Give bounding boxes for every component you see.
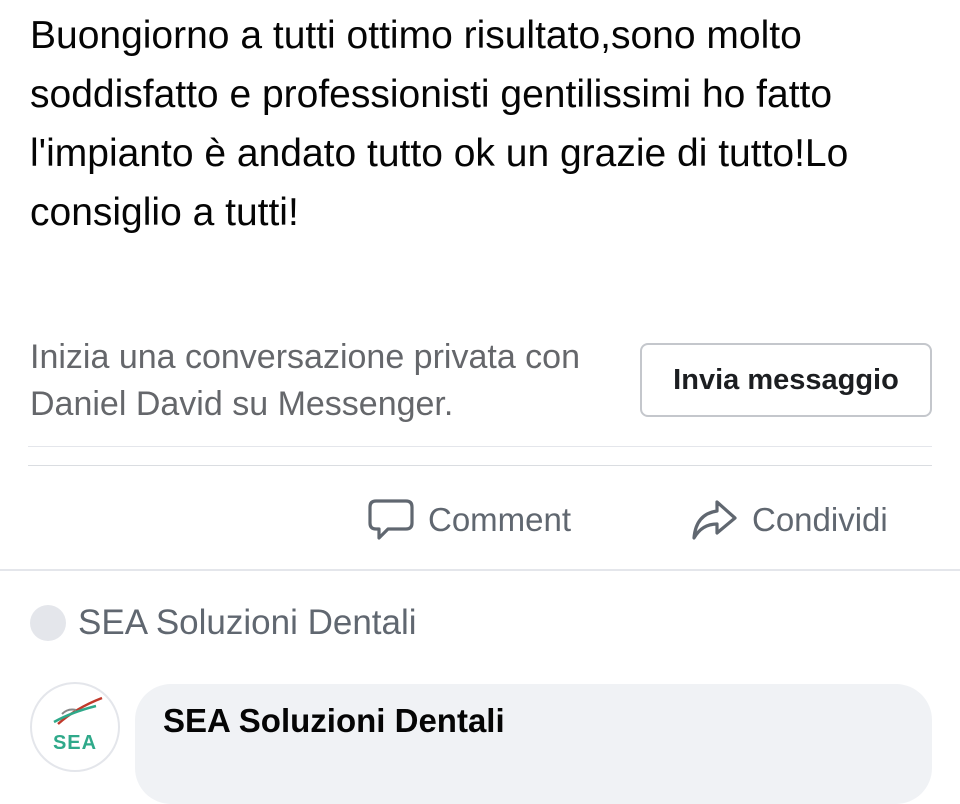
comment-bubble-icon xyxy=(368,497,414,543)
comment-author[interactable]: SEA Soluzioni Dentali xyxy=(163,702,505,740)
page-name: SEA Soluzioni Dentali xyxy=(78,603,417,642)
divider xyxy=(28,465,932,466)
send-message-button[interactable]: Invia messaggio xyxy=(640,343,932,417)
comment-label: Comment xyxy=(428,501,572,538)
messenger-prompt-text: Inizia una conversazione privata con Dan… xyxy=(30,338,580,423)
section-divider xyxy=(0,569,960,571)
page-reply-header[interactable]: SEA Soluzioni Dentali xyxy=(30,600,417,646)
page-avatar-placeholder xyxy=(30,605,66,641)
share-arrow-icon xyxy=(690,497,738,543)
comment-bubble[interactable]: SEA Soluzioni Dentali xyxy=(135,684,932,804)
divider xyxy=(28,446,932,447)
share-label: Condividi xyxy=(752,501,888,538)
share-button[interactable]: Condividi xyxy=(690,492,888,548)
post-text: Buongiorno a tutti ottimo risultato,sono… xyxy=(30,14,849,234)
logo-swoosh-icon xyxy=(53,696,103,725)
logo-text: SEA xyxy=(52,732,98,754)
comment-button[interactable]: Comment xyxy=(368,492,571,548)
page-logo-avatar[interactable]: SEA xyxy=(30,682,120,772)
